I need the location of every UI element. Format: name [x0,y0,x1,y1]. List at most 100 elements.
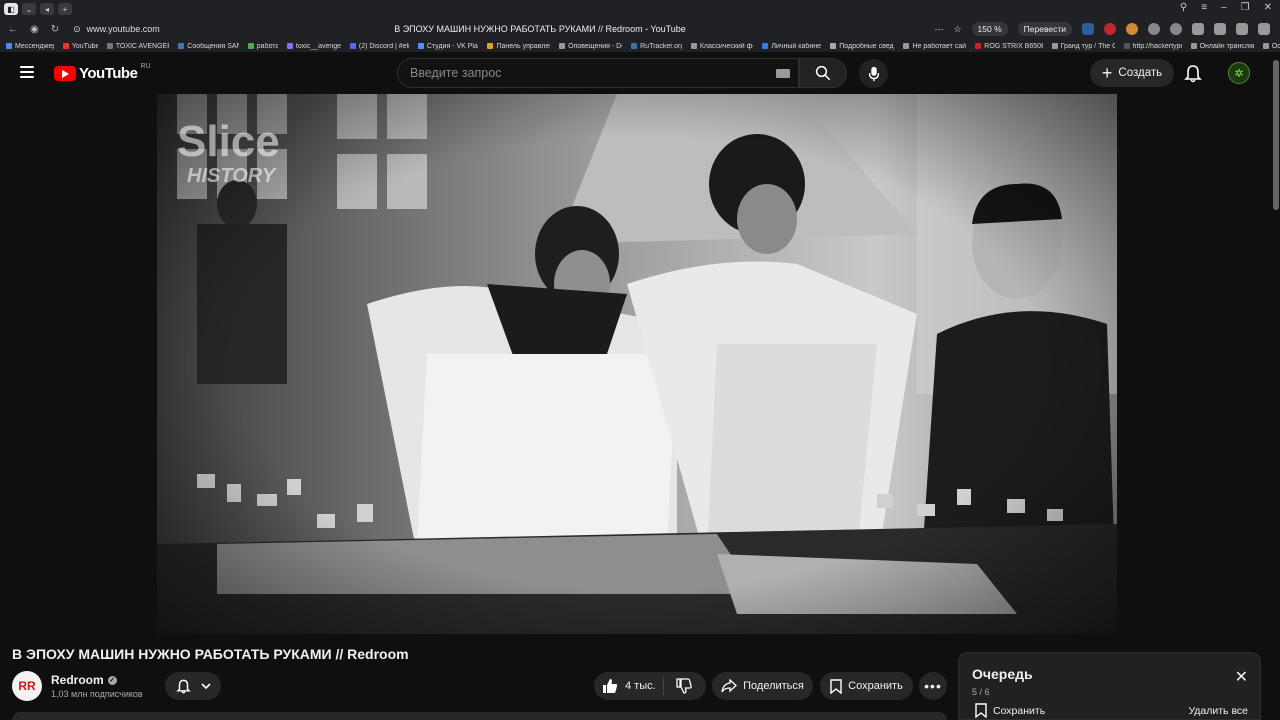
site-info-icon[interactable]: ⊙ [73,24,81,35]
dislike-button[interactable] [664,678,704,694]
bookmarks-bar: Мессенджер YouTube TOXIC AVENGER Сообщения … [0,40,1280,52]
extension-icon-4[interactable] [1148,23,1160,35]
bookmark-item[interactable]: Не работает сайт [903,43,966,50]
verified-check-icon: ✓ [107,675,117,685]
more-dots-icon[interactable]: ⋯ [934,24,943,35]
share-button[interactable]: Поделиться [712,672,813,700]
bookmark-item[interactable]: Оповещения - Do [559,43,622,50]
bookmark-favicon-icon [631,43,638,49]
like-dislike-group: 4 тыс. [594,672,706,700]
bookmark-favicon-icon [903,43,910,49]
bookmark-item[interactable]: Сообщения SAN [178,43,239,50]
bookmark-item[interactable]: Мессенджер [6,43,54,50]
reload-icon[interactable]: ↻ [51,24,59,35]
extension-icon-7[interactable] [1214,23,1226,35]
description-box[interactable] [12,712,947,720]
tab-dropdown-icon[interactable]: ⌄ [22,3,36,15]
bookmark-item[interactable]: YouTube [62,43,98,50]
new-tab-icon[interactable]: + [58,3,72,15]
translate-button[interactable]: Перевести [1017,22,1072,36]
thumbs-up-icon [603,679,618,693]
bookmark-item[interactable]: Онлайн трансляц [1190,43,1254,50]
bookmark-label: http://hackertype [1132,42,1182,50]
restore-button[interactable]: ❐ [1241,2,1250,13]
extension-icon-2[interactable] [1104,23,1116,35]
chevron-down-icon [200,683,211,689]
bookmark-favicon-icon [559,43,566,49]
translate-label: Перевести [1023,24,1066,34]
pin-icon[interactable]: ⚲ [1180,2,1187,13]
bookmark-item[interactable]: Студия - VK Play [417,43,478,50]
bookmark-favicon-icon [62,43,69,49]
search-input[interactable]: Введите запрос [397,58,799,88]
more-dots-icon: ••• [924,678,942,694]
bookmark-item[interactable]: http://hackertype [1123,42,1182,50]
bookmark-star-icon[interactable]: ☆ [953,24,961,35]
channel-avatar[interactable]: RR [12,671,42,701]
video-frame[interactable]: Slice HISTORY [157,94,1117,634]
search-placeholder: Введите запрос [410,66,502,80]
bookmark-item[interactable]: RuTracker.org [631,43,682,50]
bookmark-item[interactable]: Гранд тур / The G [1051,42,1115,50]
user-avatar[interactable]: ✲ [1228,62,1250,84]
bookmark-item[interactable]: ROG STRIX B650E [975,42,1043,50]
active-tab-icon[interactable]: ◧ [4,3,18,15]
minimize-button[interactable]: – [1221,2,1227,13]
notifications-bell-icon[interactable] [1184,63,1202,88]
bookmark-label: Личный кабинет [771,42,822,50]
scrollbar-thumb[interactable] [1273,60,1279,210]
bookmark-favicon-icon [830,43,837,49]
voice-search-button[interactable] [859,59,888,88]
bookmark-item[interactable]: работа [247,43,278,50]
page-scrollbar[interactable] [1272,52,1280,720]
shield-icon[interactable]: ◉ [30,24,39,35]
channel-name-link[interactable]: Redroom ✓ [51,673,117,687]
settings-icon[interactable] [1258,23,1270,35]
extension-icon-1[interactable] [1082,23,1094,35]
bookmark-item[interactable]: TOXIC AVENGER [106,43,169,50]
bookmark-item[interactable]: Личный кабинет [762,43,821,50]
bookmark-favicon-icon [975,43,982,49]
zoom-indicator[interactable]: 150 % [971,22,1008,36]
bookmark-favicon-icon [247,43,254,49]
youtube-play-icon [54,66,76,81]
bookmark-favicon-icon [178,43,185,49]
extension-icon-6[interactable] [1192,23,1204,35]
search-button[interactable] [799,58,847,88]
extension-icon-5[interactable] [1170,23,1182,35]
url-field[interactable]: ⊙ www.youtube.com [73,24,160,35]
video-player[interactable]: Slice HISTORY [0,94,1280,634]
back-icon[interactable]: ← [8,24,18,35]
back-tab-icon[interactable]: ◂ [40,3,54,15]
video-title: В ЭПОХУ МАШИН НУЖНО РАБОТАТЬ РУКАМИ // R… [12,646,409,662]
menu-icon[interactable]: ≡ [1201,2,1207,13]
subscription-notifications-button[interactable] [165,672,221,700]
more-actions-button[interactable]: ••• [919,672,947,700]
hamburger-menu-icon[interactable] [20,66,34,78]
bookmark-favicon-icon [487,43,494,49]
youtube-logo[interactable]: YouTube RU [54,63,151,82]
download-icon[interactable] [1236,23,1248,35]
close-icon[interactable]: ✕ [1235,667,1248,687]
zoom-value: 150 % [977,24,1002,34]
bookmark-item[interactable]: toxic__avenger [286,43,341,50]
delete-all-button[interactable]: Удалить все [1188,705,1248,717]
bookmark-favicon-icon [417,43,424,49]
create-button[interactable]: + Создать [1090,59,1174,87]
extension-icon-3[interactable] [1126,23,1138,35]
bookmark-item[interactable]: Классический фо [690,43,753,50]
queue-save-button[interactable]: Сохранить [975,703,1045,718]
close-window-button[interactable]: ✕ [1264,2,1272,13]
bookmark-item[interactable]: (2) Discord | #elit [349,43,409,50]
browser-tab-strip: ◧ ⌄ ◂ + ⚲ ≡ – ❐ ✕ [0,0,1280,18]
bookmark-item[interactable]: Ос [1262,43,1280,50]
bookmark-item[interactable]: Подробные сведе [830,43,894,50]
keyboard-icon[interactable] [776,69,790,78]
bookmark-label: ROG STRIX B650E [984,42,1043,50]
save-button[interactable]: Сохранить [820,672,913,700]
like-button[interactable]: 4 тыс. [594,677,664,695]
share-label: Поделиться [743,680,804,692]
bookmark-label: Гранд тур / The G [1060,42,1115,50]
bookmark-label: Подробные сведе [839,42,895,50]
bookmark-item[interactable]: Панель управлен [487,43,550,50]
